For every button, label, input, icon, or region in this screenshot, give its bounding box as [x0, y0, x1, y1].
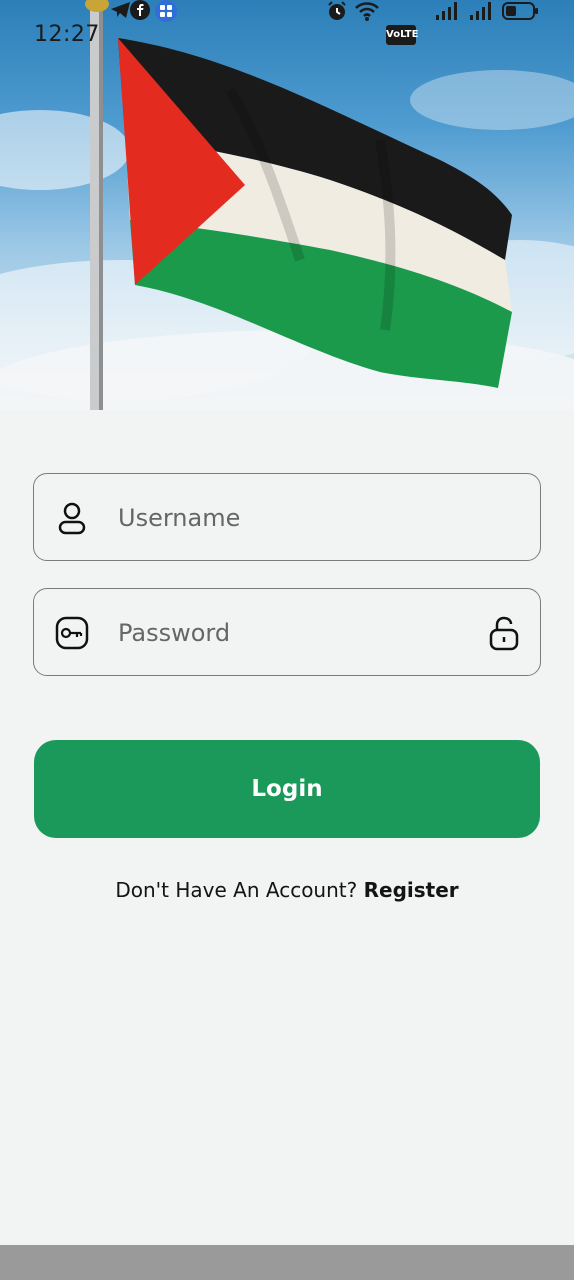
username-input[interactable] [116, 494, 480, 542]
username-field[interactable] [33, 473, 541, 561]
status-time: 12:27 [34, 22, 100, 47]
facebook-icon [130, 0, 150, 20]
telegram-icon [111, 2, 130, 18]
app-grid-icon [155, 0, 177, 22]
unlock-icon[interactable] [488, 615, 520, 651]
battery-icon [502, 2, 538, 20]
user-icon [58, 502, 86, 535]
status-bar: 12:27 VoLTE [0, 0, 574, 70]
register-prompt-text: Don't Have An Account? [115, 878, 358, 902]
register-prompt-line: Don't Have An Account? Register [0, 878, 574, 902]
volte-badge: VoLTE [386, 25, 418, 45]
key-icon [55, 616, 89, 650]
signal-icon-sim1 [436, 2, 457, 20]
system-navigation-bar [0, 1245, 574, 1280]
header-banner: 12:27 VoLTE [0, 0, 574, 410]
login-button[interactable]: Login [34, 740, 540, 838]
register-link[interactable]: Register [364, 878, 459, 902]
alarm-icon [328, 1, 346, 20]
wifi-icon [355, 2, 379, 21]
password-field[interactable] [33, 588, 541, 676]
password-input[interactable] [116, 609, 480, 657]
signal-icon-sim2 [470, 2, 491, 20]
